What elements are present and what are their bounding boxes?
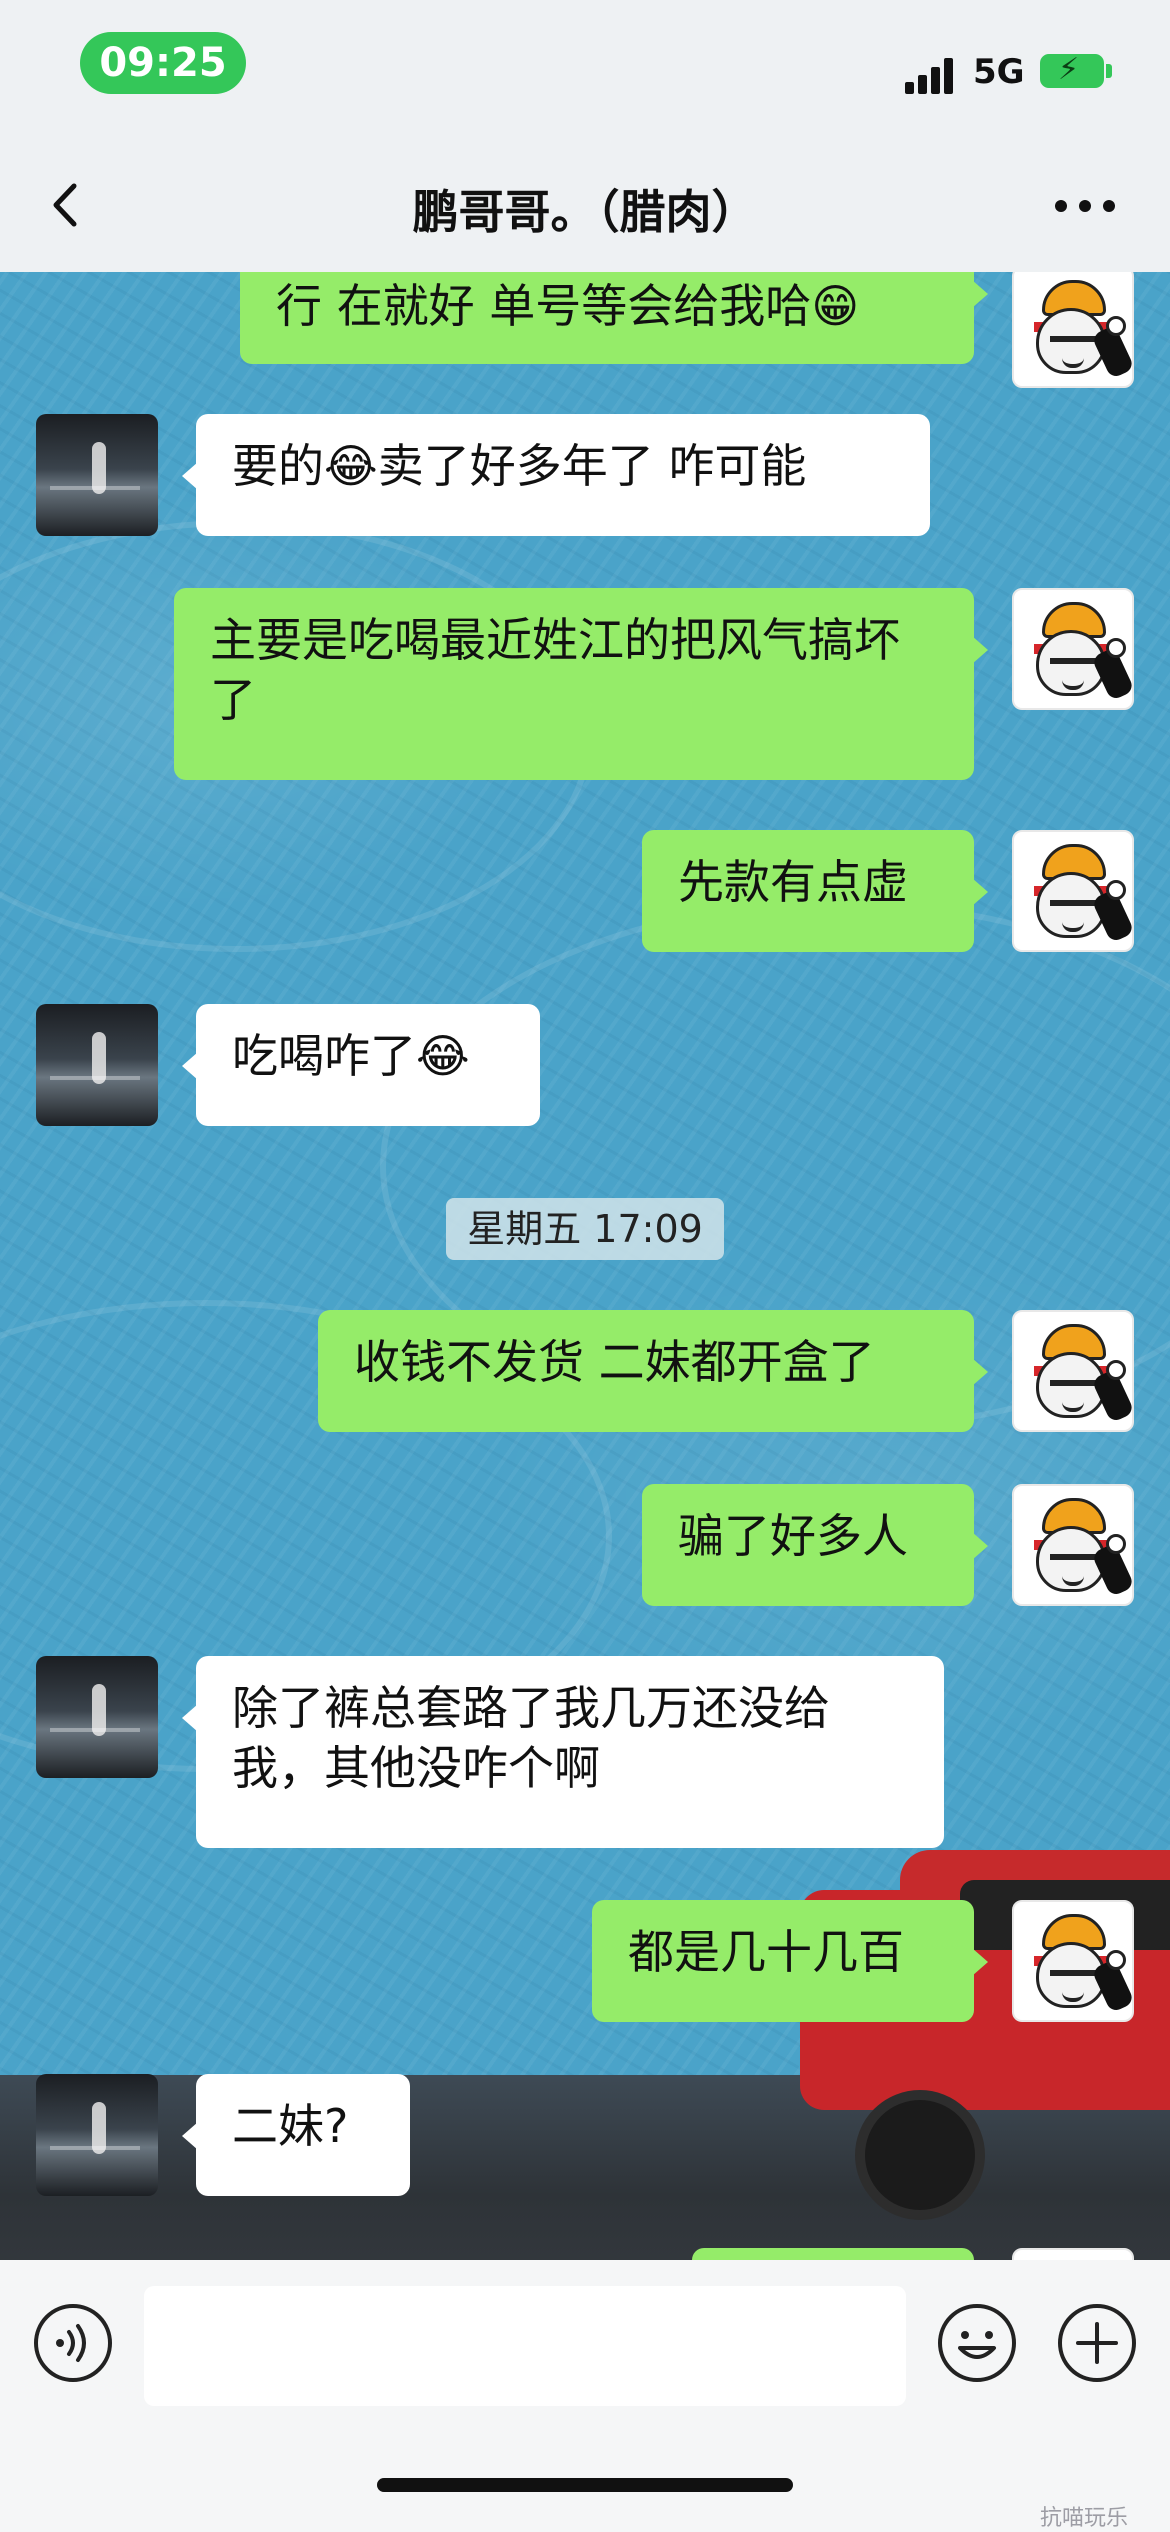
message-bubble-outgoing[interactable]: 收钱不发货 二妹都开盒了 (318, 1310, 988, 1432)
status-bar: 09:25 5G ⚡ (0, 0, 1170, 140)
message-bubble-outgoing[interactable]: 行 在就好 单号等会给我哈😁 (240, 272, 988, 364)
message-bubble-incoming[interactable]: 除了裤总套路了我几万还没给我，其他没咋个啊 (182, 1656, 944, 1848)
contact-avatar[interactable] (36, 414, 158, 536)
voice-icon[interactable] (32, 2302, 114, 2384)
message-bubble-incoming[interactable]: 二妹? (182, 2074, 410, 2196)
message-bubble-outgoing[interactable]: 主要是吃喝最近姓江的把风气搞坏了 (174, 588, 988, 780)
message-bubble-incoming[interactable]: 要的😂卖了好多年了 咋可能 (182, 414, 930, 536)
chat-title[interactable]: 鹏哥哥。（腊肉） (185, 176, 985, 242)
my-avatar[interactable] (1012, 272, 1134, 388)
message-bubble-outgoing[interactable]: 骗了好多人 (642, 1484, 988, 1606)
message-bubble-outgoing[interactable]: 都是几十几百 (592, 1900, 988, 2022)
my-avatar[interactable] (1012, 2248, 1134, 2260)
battery-tip (1106, 64, 1112, 78)
contact-avatar[interactable] (36, 2074, 158, 2196)
my-avatar[interactable] (1012, 1484, 1134, 1606)
message-bubble-outgoing-partial[interactable] (692, 2248, 974, 2260)
contact-avatar[interactable] (36, 1004, 158, 1126)
message-list[interactable]: 行 在就好 单号等会给我哈😁 要的😂卖了好多年了 咋可能 主要是吃喝最近姓江的把… (0, 272, 1170, 2260)
watermark: 抗喵玩乐 (1040, 2506, 1129, 2531)
home-indicator[interactable] (377, 2478, 793, 2492)
emoji-icon[interactable] (936, 2302, 1018, 2384)
message-bubble-outgoing[interactable]: 先款有点虚 (642, 830, 988, 952)
my-avatar[interactable] (1012, 588, 1134, 710)
more-dots-icon[interactable] (1055, 200, 1115, 214)
chevron-left-icon[interactable] (42, 180, 92, 230)
my-avatar[interactable] (1012, 830, 1134, 952)
charging-bolt-icon: ⚡ (1058, 52, 1080, 87)
cellular-signal-icon (905, 58, 955, 94)
message-input[interactable] (144, 2286, 906, 2406)
plus-icon[interactable] (1056, 2302, 1138, 2384)
date-separator: 星期五 17:09 (446, 1198, 724, 1260)
my-avatar[interactable] (1012, 1310, 1134, 1432)
my-avatar[interactable] (1012, 1900, 1134, 2022)
contact-avatar[interactable] (36, 1656, 158, 1778)
chat-header: 鹏哥哥。（腊肉） (0, 140, 1170, 272)
network-type: 5G (973, 52, 1025, 92)
message-bubble-incoming[interactable]: 吃喝咋了😂 (182, 1004, 540, 1126)
status-time[interactable]: 09:25 (80, 32, 246, 94)
